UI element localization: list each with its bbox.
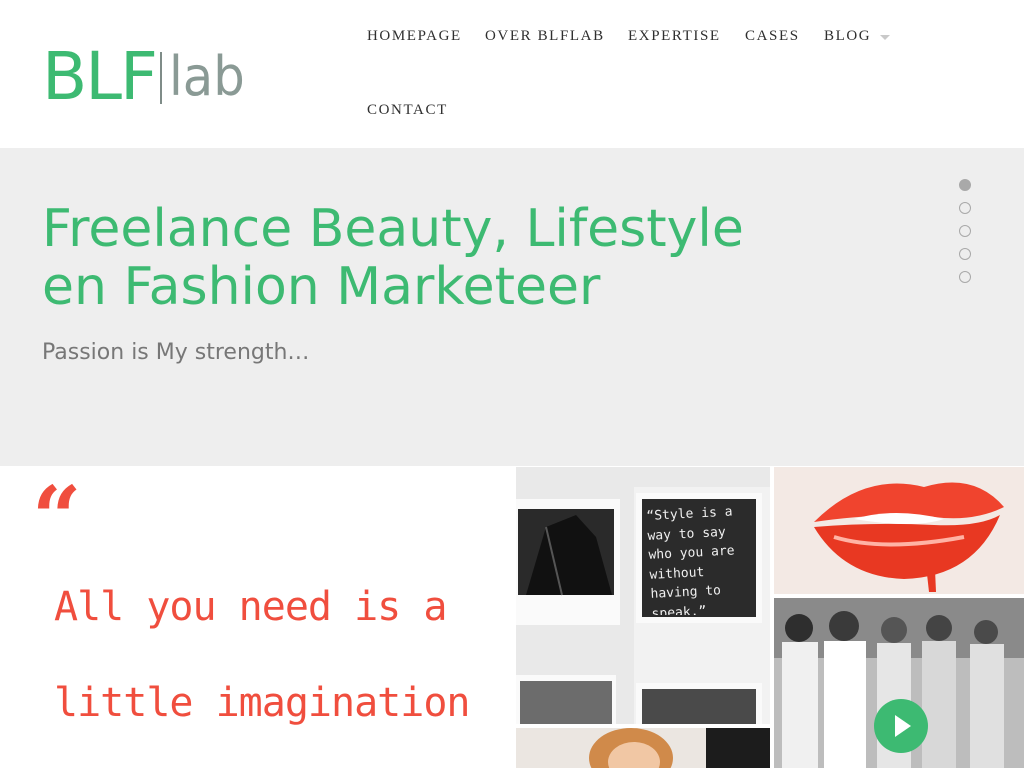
quote-mark-icon: “ — [32, 468, 82, 569]
portrait-illustration — [516, 728, 770, 768]
nav-expertise[interactable]: EXPERTISE — [628, 28, 721, 45]
slider-dot-5[interactable] — [959, 271, 971, 283]
slider-dot-2[interactable] — [959, 202, 971, 214]
nav-contact[interactable]: CONTACT — [367, 102, 448, 119]
gallery-image-portrait[interactable] — [516, 728, 770, 768]
quote-line-1: All you need is a — [54, 584, 447, 630]
poster-quote-text: “Style is a way to say who you are witho… — [646, 504, 735, 615]
nav-blog[interactable]: BLOG — [824, 28, 871, 45]
logo-bold-text: BLF — [42, 38, 158, 115]
red-lips-illustration — [774, 467, 1024, 594]
nav-over-blflab[interactable]: OVER BLFLAB — [485, 28, 605, 45]
slider-dot-1[interactable] — [959, 179, 971, 191]
slider-dot-3[interactable] — [959, 225, 971, 237]
chevron-down-icon[interactable] — [880, 35, 890, 40]
nav-homepage[interactable]: HOMEPAGE — [367, 28, 462, 45]
nav-cases[interactable]: CASES — [745, 28, 800, 45]
quote-line-2: little imagination — [54, 680, 470, 726]
site-logo[interactable]: BLF lab — [42, 38, 251, 110]
hero-title-line-2: en Fashion Marketeer — [42, 257, 601, 317]
play-video-button[interactable] — [874, 699, 928, 753]
logo-light-text: lab — [169, 45, 245, 108]
quote-block: “ All you need is a little imagination — [0, 466, 512, 768]
site-header: BLF lab HOMEPAGE OVER BLFLAB EXPERTISE C… — [0, 0, 1024, 148]
gallery-image-style-wall[interactable]: “Style is a way to say who you are witho… — [516, 467, 770, 724]
hero-subtitle: Passion is My strength… — [42, 340, 310, 365]
style-wall-illustration: “Style is a way to say who you are witho… — [516, 467, 770, 724]
slider-pagination — [959, 179, 971, 294]
hero-title-line-1: Freelance Beauty, Lifestyle — [42, 199, 744, 259]
hero-banner: Freelance Beauty, Lifestyle en Fashion M… — [0, 148, 1024, 466]
logo-divider — [160, 52, 163, 104]
slider-dot-4[interactable] — [959, 248, 971, 260]
hero-title: Freelance Beauty, Lifestyle en Fashion M… — [42, 200, 862, 316]
gallery-image-red-lips[interactable] — [774, 467, 1024, 594]
gallery-image-runway[interactable] — [774, 598, 1024, 768]
